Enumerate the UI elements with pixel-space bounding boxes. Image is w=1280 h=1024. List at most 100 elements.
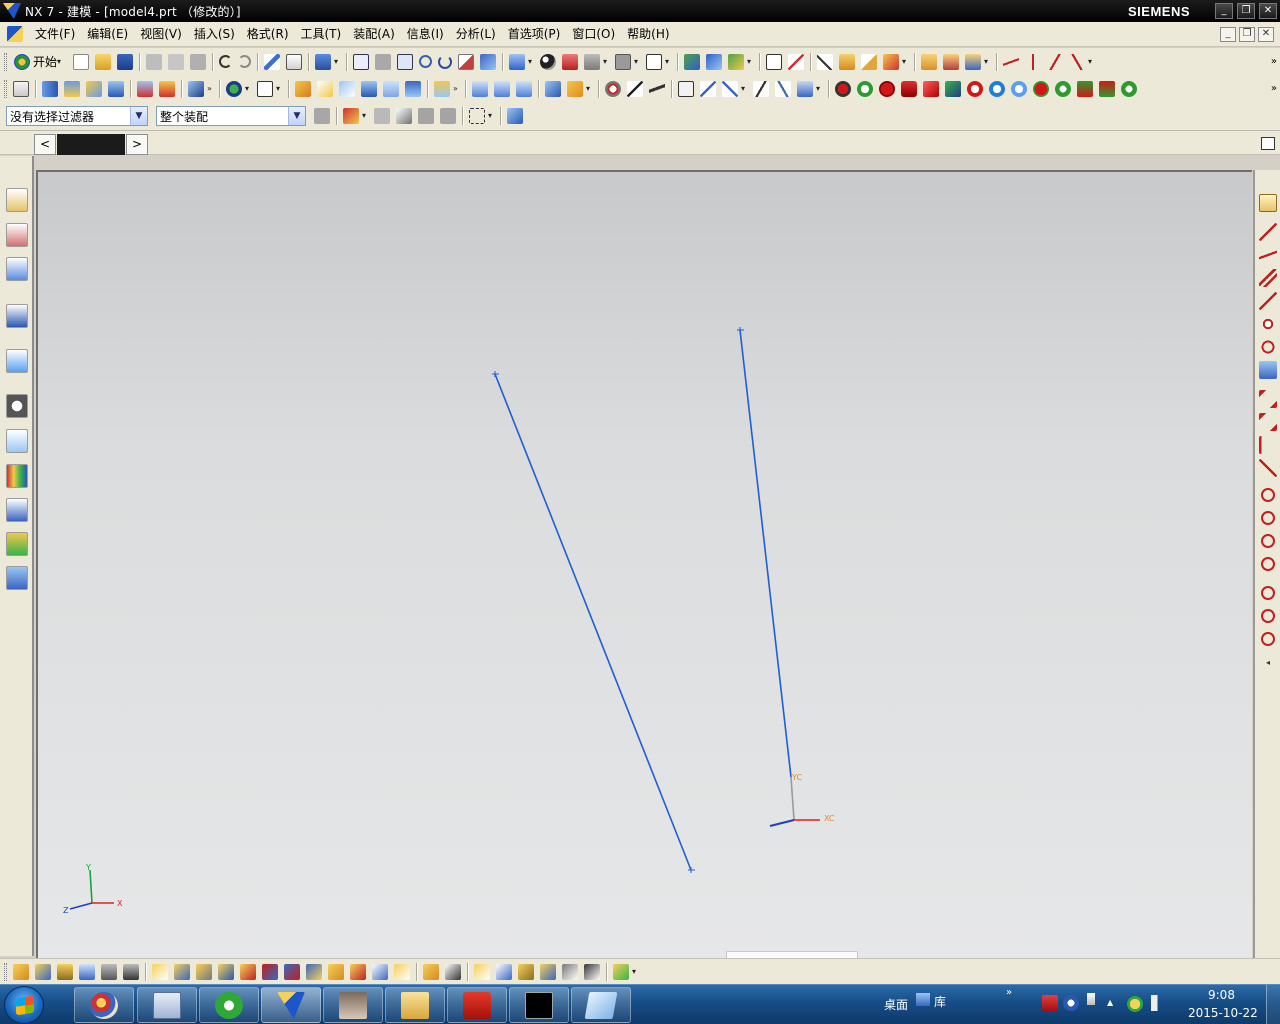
select-icon[interactable]	[315, 53, 332, 70]
line-point-point-icon[interactable]	[1259, 246, 1277, 264]
layer-dropdown-icon[interactable]: ▾	[634, 54, 641, 70]
circle-tangent-icon[interactable]	[1261, 557, 1275, 571]
sweep-icon[interactable]	[108, 80, 124, 97]
line-curve[interactable]	[739, 329, 792, 778]
wave-curve-icon[interactable]	[649, 80, 665, 97]
clock-time[interactable]: 9:08	[1208, 988, 1235, 1002]
menu-edit[interactable]: 编辑(E)	[81, 22, 134, 47]
circle-three-point-icon[interactable]	[1261, 511, 1275, 525]
undo-icon[interactable]	[219, 55, 233, 68]
taskbar-explorer[interactable]	[385, 987, 445, 1023]
rotate-icon[interactable]	[438, 54, 453, 69]
part-navigator-icon[interactable]	[13, 80, 29, 97]
wcs-dynamics-icon[interactable]	[728, 53, 745, 70]
arc-center-icon[interactable]	[1259, 459, 1277, 477]
document-close-button[interactable]: ✕	[1258, 27, 1274, 42]
edit-arrangement-icon[interactable]	[394, 963, 410, 980]
manufacturing-wizards-icon[interactable]	[6, 498, 28, 522]
taskbar-glass-app[interactable]	[571, 987, 631, 1023]
interference-icon[interactable]	[350, 963, 366, 980]
intersect-curve-icon[interactable]	[753, 80, 769, 97]
pan-icon[interactable]	[458, 53, 475, 70]
taskbar-photo[interactable]	[323, 987, 383, 1023]
minimize-button[interactable]: _	[1215, 3, 1233, 19]
assembly-dropdown-icon[interactable]: ▾	[984, 54, 991, 70]
line-normal-icon[interactable]	[1259, 361, 1277, 379]
pattern-overflow-icon[interactable]: »	[453, 81, 460, 97]
system-scene-icon[interactable]	[6, 566, 28, 590]
thicken-dropdown-icon[interactable]: ▾	[586, 81, 593, 97]
make-displayed-part-icon[interactable]	[562, 963, 578, 980]
taskbar-nx[interactable]	[261, 987, 321, 1023]
document-minimize-button[interactable]: _	[1220, 27, 1236, 42]
perspective-icon[interactable]	[480, 53, 497, 70]
tray-help-icon[interactable]	[1063, 995, 1079, 1011]
sequence-icon[interactable]	[284, 963, 300, 980]
tray-expand-icon[interactable]: ▲	[1107, 998, 1113, 1007]
taskbar-command-prompt[interactable]	[509, 987, 569, 1023]
toolbar-expand-icon[interactable]: »	[1006, 987, 1012, 998]
general-selection-filter-icon[interactable]	[314, 108, 330, 124]
history-icon[interactable]	[6, 394, 28, 418]
line-tangent-tangent-icon[interactable]	[1259, 315, 1277, 333]
boss-icon[interactable]	[159, 80, 175, 97]
blank-view-icon[interactable]	[646, 53, 663, 70]
menu-information[interactable]: 信息(I)	[401, 22, 450, 47]
arc-three-point-icon[interactable]	[1259, 390, 1277, 408]
remember-constraints-icon[interactable]	[196, 963, 212, 980]
tray-network-icon[interactable]	[1127, 996, 1143, 1012]
snap-tangent-icon[interactable]	[1055, 80, 1071, 97]
windows-start-button[interactable]	[4, 986, 44, 1024]
reuse-library-icon[interactable]	[6, 304, 28, 328]
wcs-dropdown-icon[interactable]: ▾	[747, 54, 754, 70]
extract-curve-icon[interactable]	[797, 80, 813, 97]
show-desktop-button[interactable]	[1266, 985, 1280, 1024]
tab-scroll-right-button[interactable]: >	[126, 134, 148, 155]
line-curve[interactable]	[494, 373, 692, 871]
document-menu-icon[interactable]	[7, 26, 23, 42]
wcs-icon[interactable]	[684, 53, 701, 70]
toolbar-grip[interactable]	[4, 79, 7, 98]
orient-view-icon[interactable]	[509, 53, 526, 70]
toolbar-overflow-icon[interactable]: »	[1271, 83, 1277, 94]
assembly-sequencing-icon[interactable]	[496, 963, 512, 980]
hole-icon[interactable]	[137, 80, 153, 97]
circle-point-radius-icon[interactable]	[1261, 534, 1275, 548]
taskbar-pdf-reader[interactable]	[447, 987, 507, 1023]
snap-arc-center-icon[interactable]	[923, 80, 939, 97]
line-parallel-icon[interactable]	[1259, 269, 1277, 287]
assembly-constraint-icon[interactable]	[152, 963, 168, 980]
display-product-outline-icon[interactable]	[474, 963, 490, 980]
isoparametric-curve-icon[interactable]	[775, 80, 791, 97]
circle-center-icon[interactable]	[1261, 488, 1275, 502]
redo-icon[interactable]	[238, 55, 252, 68]
background-icon[interactable]	[584, 53, 601, 70]
tab-scroll-left-button[interactable]: <	[34, 134, 56, 155]
part-navigator-tab-icon[interactable]	[6, 257, 28, 281]
customize-toolbar-icon[interactable]	[613, 963, 629, 980]
tray-keyboard-icon[interactable]	[1087, 993, 1095, 1005]
snap-bounded-grid-icon[interactable]	[1033, 80, 1049, 97]
measure-angle-icon[interactable]	[839, 53, 856, 70]
roles-icon[interactable]	[6, 532, 28, 556]
menu-window[interactable]: 窗口(O)	[566, 22, 621, 47]
face-selection-icon[interactable]	[418, 108, 434, 124]
start-button[interactable]: 开始 ▾	[10, 51, 70, 73]
measure-body-icon[interactable]	[861, 53, 878, 70]
measure-distance-icon[interactable]	[817, 53, 834, 70]
desktop-toolbar-label[interactable]: 桌面	[884, 996, 908, 1013]
shell-icon[interactable]	[339, 80, 355, 97]
repeat-command-icon[interactable]	[264, 53, 281, 70]
reposition-icon[interactable]	[218, 963, 234, 980]
wave-geometry-icon[interactable]	[306, 963, 322, 980]
layer-icon[interactable]	[615, 53, 632, 70]
open-folder-icon[interactable]	[95, 53, 112, 70]
menu-view[interactable]: 视图(V)	[134, 22, 188, 47]
analysis-dropdown-icon[interactable]: ▾	[902, 54, 909, 70]
snap-point-on-face-icon[interactable]	[1011, 80, 1027, 97]
mirror-assembly-icon[interactable]	[240, 963, 256, 980]
make-work-part-icon[interactable]	[540, 963, 556, 980]
taskbar-calculator[interactable]	[137, 987, 197, 1023]
offset-face-icon[interactable]	[383, 80, 399, 97]
chamfer-icon[interactable]	[317, 80, 333, 97]
